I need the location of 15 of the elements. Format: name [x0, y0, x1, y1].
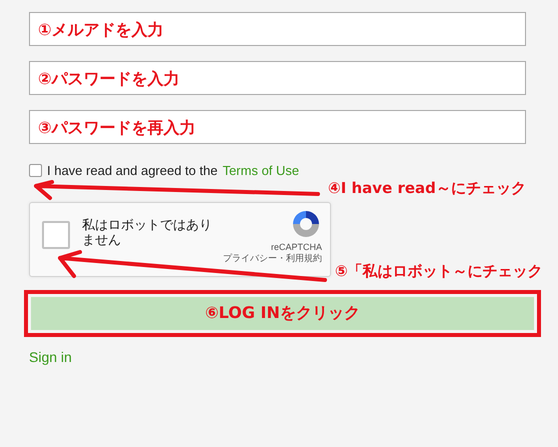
- input-field[interactable]: ①メルアドを入力: [29, 12, 526, 46]
- checkbox[interactable]: [29, 164, 42, 177]
- login-button[interactable]: ⑥LOG INをクリック: [31, 297, 534, 330]
- recaptcha-logo-icon: [290, 208, 322, 240]
- input-field[interactable]: ③パスワードを再入力: [29, 110, 526, 144]
- annotation-text: ④I have read～にチェック: [328, 179, 526, 198]
- recaptcha-label: 私はロボットではありません: [82, 218, 213, 248]
- sign-in-link[interactable]: Sign in: [29, 349, 72, 365]
- input-field[interactable]: ②パスワードを入力: [29, 61, 526, 95]
- recaptcha-brand: reCAPTCHA: [270, 242, 322, 252]
- checkbox[interactable]: [42, 221, 70, 249]
- privacy-link[interactable]: プライバシー・利用規約: [223, 254, 322, 264]
- terms-link[interactable]: Terms of Use: [222, 163, 300, 178]
- terms-label: I have read and agreed to the: [47, 163, 218, 178]
- annotation-text: ⑤「私はロボット～にチェック: [335, 262, 543, 281]
